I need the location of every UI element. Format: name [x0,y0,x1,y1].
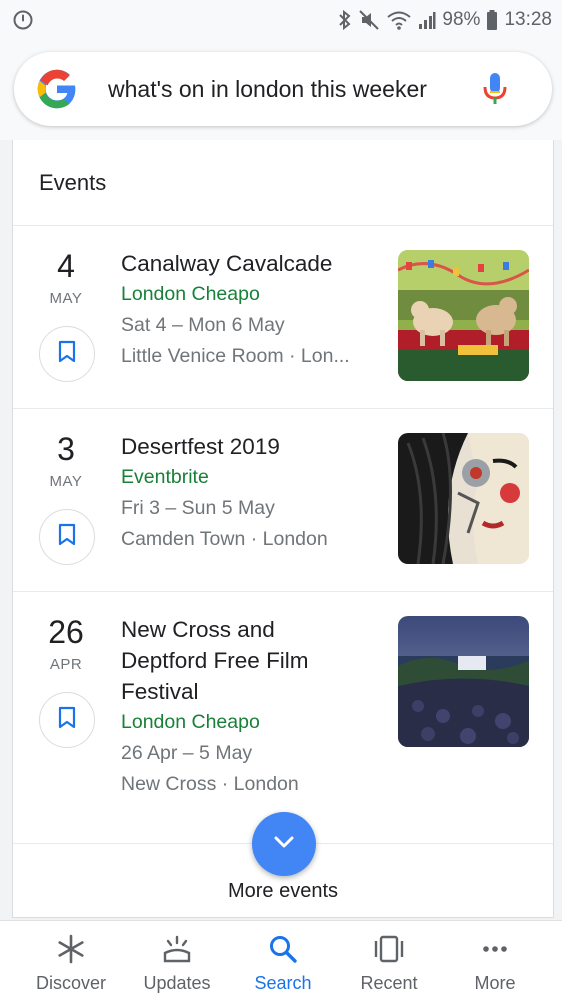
signal-icon [418,9,436,31]
nav-label: More [474,973,516,993]
event-title-line-2[interactable]: Deptford Free Film [121,645,383,676]
event-source[interactable]: London Cheapo [121,707,383,738]
event-dates: 26 Apr – 5 May [121,742,253,764]
event-item[interactable]: 4 MAY Canalway Cavalcade London Cheapo S… [13,226,553,409]
event-location: New Cross · London [121,773,299,795]
bottom-nav: Discover Updates Search Recent More [0,920,562,1004]
event-thumbnail-outdoor-cinema[interactable] [398,616,529,747]
event-thumbnail-illustrated-face[interactable] [398,433,529,564]
nav-more[interactable]: More [442,921,548,1004]
mute-icon [358,9,380,31]
wifi-icon [386,9,412,31]
search-box[interactable]: what's on in london this weeker [14,52,552,126]
google-logo-icon [36,68,78,110]
bookmark-button[interactable] [39,509,95,565]
event-title[interactable]: Canalway Cavalcade [121,248,383,279]
event-thumbnail-dogs-on-boat[interactable] [398,250,529,381]
event-location: Little Venice Room · Lon... [121,345,350,367]
events-card: Events 4 MAY Canalway Cavalcade London C… [12,140,554,918]
event-location: Camden Town · London [121,528,328,550]
event-dates: Sat 4 – Mon 6 May [121,314,285,336]
bookmark-button[interactable] [39,326,95,382]
nav-discover[interactable]: Discover [18,921,124,1004]
event-day: 26 [48,614,84,650]
bookmark-button[interactable] [39,692,95,748]
nav-updates[interactable]: Updates [124,921,230,1004]
event-day: 4 [57,248,75,284]
chevron-down-icon [273,835,295,854]
event-title-line-1[interactable]: New Cross and [121,614,383,645]
nav-label: Search [254,973,312,993]
expand-more-button[interactable] [252,812,316,876]
bluetooth-icon [338,9,352,31]
event-info: New Cross and Deptford Free Film Festiva… [121,614,383,800]
nav-search[interactable]: Search [230,921,336,1004]
event-day: 3 [57,431,75,467]
alarm-icon [12,9,34,31]
event-source[interactable]: London Cheapo [121,279,383,310]
event-info: Canalway Cavalcade London Cheapo Sat 4 –… [121,248,383,372]
event-title[interactable]: Desertfest 2019 [121,431,383,462]
recent-icon [371,933,407,965]
event-source[interactable]: Eventbrite [121,462,383,493]
search-area: what's on in london this weeker [0,40,562,140]
nav-label: Updates [143,973,211,993]
event-info: Desertfest 2019 Eventbrite Fri 3 – Sun 5… [121,431,383,555]
bookmark-icon [57,523,77,552]
status-bar: 98% 13:28 [0,0,562,40]
search-icon [267,933,299,965]
event-month: APR [49,656,83,673]
event-title-line-3[interactable]: Festival [121,676,383,707]
search-input[interactable]: what's on in london this weeker [108,76,458,103]
nav-label: Discover [35,973,106,993]
battery-percent: 98% [442,9,481,30]
event-item[interactable]: 26 APR New Cross and Deptford Free Film … [13,592,553,844]
battery-icon [486,9,498,31]
clock: 13:28 [504,9,552,30]
more-dots-icon [479,933,511,965]
bookmark-icon [57,340,77,369]
card-title: Events [13,140,553,226]
event-month: MAY [49,473,83,490]
updates-icon [159,933,195,965]
event-item[interactable]: 3 MAY Desertfest 2019 Eventbrite Fri 3 –… [13,409,553,592]
more-events[interactable]: More events [13,812,553,914]
bookmark-icon [57,706,77,735]
microphone-icon[interactable] [480,71,510,107]
more-events-label[interactable]: More events [13,880,553,903]
event-dates: Fri 3 – Sun 5 May [121,497,275,519]
asterisk-icon [55,933,87,965]
nav-recent[interactable]: Recent [336,921,442,1004]
event-month: MAY [49,290,83,307]
nav-label: Recent [360,973,418,993]
